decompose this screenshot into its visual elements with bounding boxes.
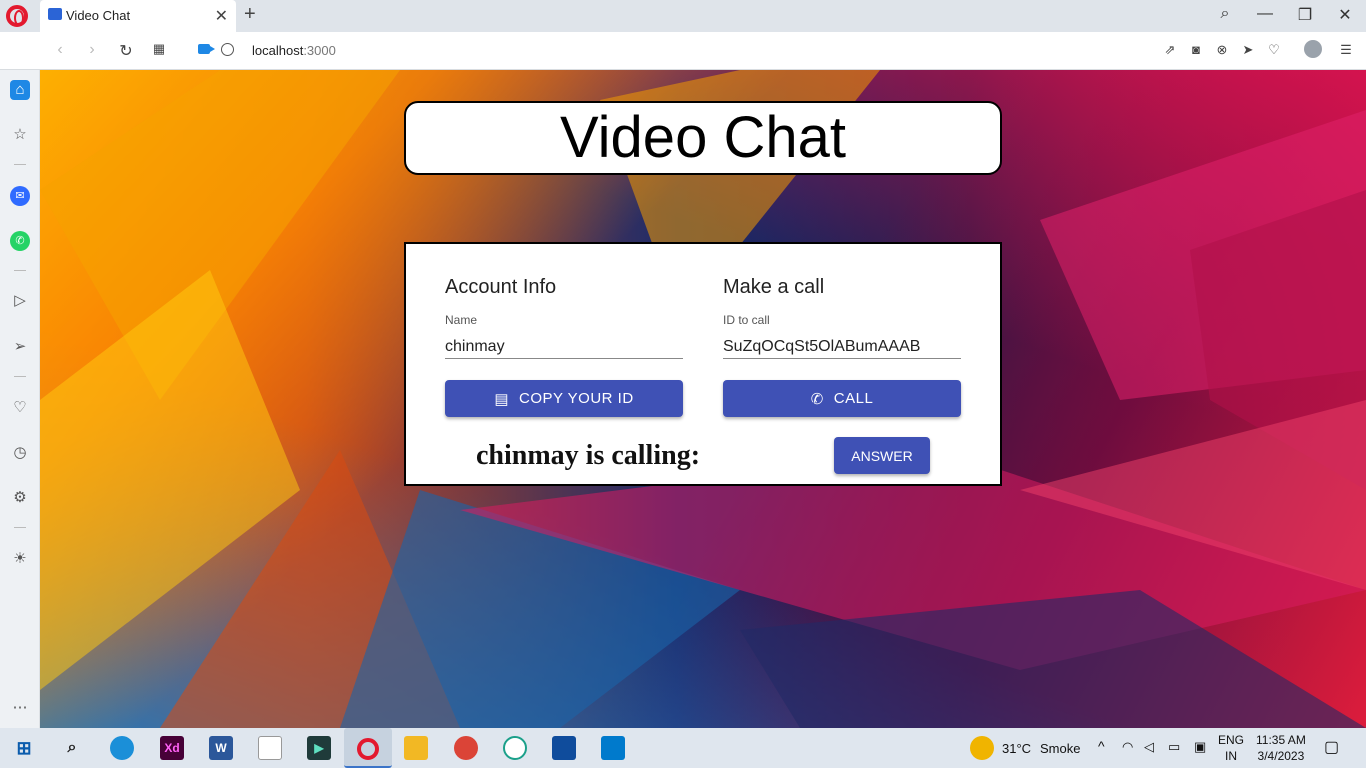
- snapshot-icon[interactable]: ◙: [1187, 42, 1205, 57]
- name-label: Name: [445, 313, 478, 327]
- close-window-button[interactable]: ✕: [1334, 5, 1356, 25]
- account-info-heading: Account Info: [445, 276, 557, 298]
- url-host: localhost: [252, 43, 304, 58]
- settings-gear-icon[interactable]: ⚙: [10, 488, 30, 508]
- home-icon[interactable]: ⌂: [10, 80, 30, 100]
- more-options-icon[interactable]: ⋯: [10, 698, 30, 718]
- account-info-section: Account Info Name: [445, 276, 683, 359]
- flow-icon[interactable]: ➢: [10, 337, 30, 357]
- tab-video-chat[interactable]: Video Chat ✕: [40, 0, 236, 32]
- bitwarden-icon[interactable]: [552, 736, 576, 760]
- copy-id-button[interactable]: ▤ COPY YOUR ID: [445, 380, 683, 417]
- call-panel: Account Info Name Make a call ID to call…: [404, 242, 1002, 486]
- sidebar: ⌂ ☆ ✉ ✆ ▷ ➢ ♡ ◷ ⚙ ☀ ⋯: [0, 70, 40, 728]
- sidebar-divider: [14, 270, 26, 271]
- speed-dial-icon[interactable]: ☆: [10, 125, 30, 145]
- reload-icon[interactable]: ↻: [116, 41, 136, 61]
- region-code: IN: [1225, 749, 1237, 763]
- id-to-call-input[interactable]: [723, 335, 961, 359]
- sidebar-divider: [14, 527, 26, 528]
- tab-close-icon[interactable]: ✕: [215, 6, 228, 26]
- file-explorer-icon[interactable]: [404, 736, 428, 760]
- make-call-heading: Make a call: [723, 276, 825, 298]
- tabs-grid-icon[interactable]: ▦: [149, 41, 169, 57]
- make-call-section: Make a call ID to call: [723, 276, 961, 359]
- phone-icon: ✆: [810, 390, 824, 408]
- weather-icon[interactable]: [970, 736, 994, 760]
- vscode-icon[interactable]: [601, 736, 625, 760]
- search-tabs-icon[interactable]: ⌕: [1214, 5, 1236, 23]
- call-label: CALL: [833, 390, 874, 407]
- tab-title: Video Chat: [66, 8, 131, 23]
- tray-expand-icon[interactable]: ^: [1098, 738, 1105, 754]
- easy-setup-icon[interactable]: ☰: [1337, 42, 1355, 58]
- tab-bar: Video Chat ✕ + ⌕ — ❐ ✕: [0, 0, 1366, 32]
- system-clock[interactable]: 11:35 AM 3/4/2023: [1256, 732, 1306, 764]
- profile-avatar-icon[interactable]: [1304, 40, 1322, 58]
- new-tab-button[interactable]: +: [244, 3, 256, 26]
- sidebar-divider: [14, 376, 26, 377]
- page-background: Video Chat Account Info Name Make a call…: [40, 70, 1366, 728]
- forward-icon[interactable]: ›: [82, 41, 102, 59]
- clipboard-icon: ▤: [494, 390, 510, 408]
- adblock-icon[interactable]: ⊗: [1213, 42, 1231, 58]
- sidebar-divider: [14, 164, 26, 165]
- call-button[interactable]: ✆ CALL: [723, 380, 961, 417]
- id-to-call-label: ID to call: [723, 313, 770, 327]
- page-title: Video Chat: [560, 105, 846, 170]
- notepad-icon[interactable]: [258, 736, 282, 760]
- weather-temperature: 31°C: [1002, 741, 1032, 756]
- share-icon[interactable]: ⇗: [1161, 42, 1179, 58]
- url-port: :3000: [303, 43, 336, 58]
- filmora-icon[interactable]: ▶: [307, 736, 331, 760]
- player-icon[interactable]: ▷: [10, 291, 30, 311]
- video-camera-icon[interactable]: [198, 44, 215, 54]
- tab-favicon-icon: [48, 8, 62, 20]
- incoming-call-message: chinmay is calling:: [476, 440, 701, 471]
- whatsapp-icon[interactable]: ✆: [10, 231, 30, 251]
- name-input[interactable]: [445, 335, 683, 359]
- word-icon[interactable]: W: [209, 736, 233, 760]
- windows-start-icon[interactable]: ⊞: [12, 736, 36, 760]
- address-bar: ‹ › ↻ ▦ localhost:3000 ⇗ ◙ ⊗ ➤ ♡ ☰: [0, 32, 1366, 70]
- weather-description: Smoke: [1040, 741, 1081, 756]
- language-code: ENG: [1218, 733, 1245, 747]
- vpn-icon[interactable]: [503, 736, 527, 760]
- history-icon[interactable]: ◷: [10, 443, 30, 463]
- notifications-icon[interactable]: ▢: [1324, 737, 1339, 757]
- opera-logo-icon[interactable]: [6, 5, 28, 27]
- globe-icon[interactable]: [221, 43, 234, 56]
- tips-bulb-icon[interactable]: ☀: [10, 549, 30, 569]
- title-banner: Video Chat: [404, 101, 1002, 175]
- clock-date: 3/4/2023: [1257, 749, 1305, 763]
- opera-taskbar-icon[interactable]: [344, 728, 392, 768]
- minimize-button[interactable]: —: [1254, 5, 1276, 23]
- battery-icon[interactable]: ▭: [1168, 739, 1180, 755]
- windows-taskbar: ⊞ ⌕ Xd W ▶ 31°C Smoke ^ ◠ ◁ ▭ ▣ ENG IN 11…: [0, 728, 1366, 768]
- chrome-icon[interactable]: [454, 736, 478, 760]
- adobe-xd-icon[interactable]: Xd: [160, 736, 184, 760]
- favorite-icon[interactable]: ♡: [1265, 42, 1283, 58]
- messenger-icon[interactable]: ✉: [10, 186, 30, 206]
- display-icon[interactable]: ▣: [1194, 739, 1206, 755]
- send-icon[interactable]: ➤: [1239, 42, 1257, 58]
- copy-id-label: COPY YOUR ID: [519, 390, 634, 407]
- answer-button[interactable]: ANSWER: [834, 437, 930, 474]
- wifi-icon[interactable]: ◠: [1122, 739, 1133, 755]
- bookmarks-heart-icon[interactable]: ♡: [10, 398, 30, 418]
- language-indicator[interactable]: ENG IN: [1218, 732, 1244, 764]
- search-icon[interactable]: ⌕: [60, 736, 84, 760]
- restore-button[interactable]: ❐: [1294, 5, 1316, 25]
- back-icon[interactable]: ‹: [50, 41, 70, 59]
- edge-icon[interactable]: [110, 736, 134, 760]
- volume-icon[interactable]: ◁: [1144, 739, 1154, 755]
- clock-time: 11:35 AM: [1256, 733, 1306, 747]
- url-field[interactable]: localhost:3000: [252, 43, 336, 58]
